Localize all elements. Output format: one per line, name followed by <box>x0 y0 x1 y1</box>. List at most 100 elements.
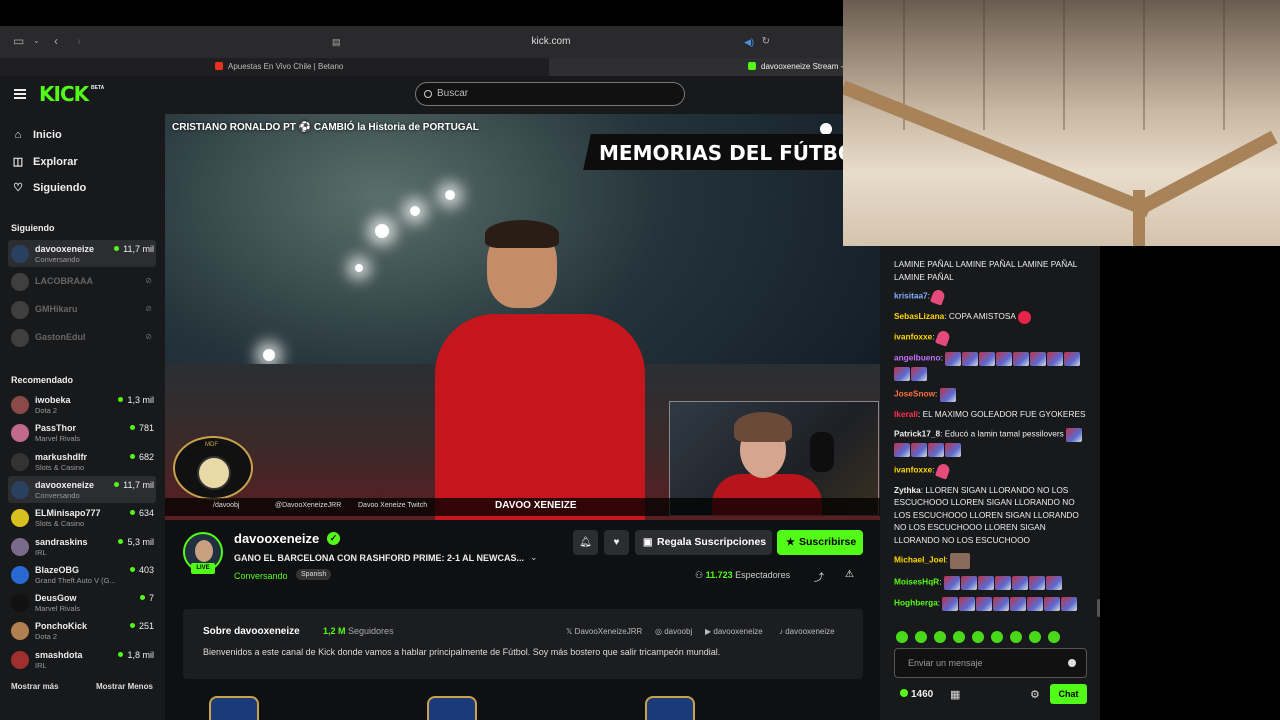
emote-image <box>1030 352 1047 366</box>
nav-explorar[interactable]: ◫ Explorar <box>12 155 78 168</box>
chat-message: angelbueno: <box>894 351 1086 381</box>
emote-button[interactable] <box>991 631 1003 643</box>
ceiling-plank <box>1223 0 1225 130</box>
avatar <box>11 273 29 291</box>
chat-username[interactable]: angelbueno <box>894 353 941 363</box>
chat-username[interactable]: JoseSnow <box>894 389 935 399</box>
recommended-channel-davooxeneize[interactable]: davooxeneize Conversando 11,7 mil <box>8 475 156 503</box>
share-icon[interactable]: ⤴ <box>814 569 824 584</box>
tab-betano[interactable]: Apuestas En Vivo Chile | Betano <box>0 58 548 76</box>
video-player[interactable]: CRISTIANO RONALDO PT ⚽ CAMBIÓ la Histori… <box>165 114 880 520</box>
notification-bell-button[interactable]: 🔔︎ <box>573 530 598 555</box>
recommended-channel-deusgow[interactable]: DeusGow Marvel Rivals 7 <box>8 589 156 616</box>
stream-category[interactable]: Conversando <box>234 571 288 581</box>
address-bar[interactable]: ▤ kick.com ◀) ↻ <box>328 31 774 53</box>
nav-inicio[interactable]: ⌂ Inicio <box>12 129 62 141</box>
back-icon[interactable]: ‹ <box>54 34 58 48</box>
nav-siguiendo[interactable]: ♡ Siguiendo <box>12 181 86 194</box>
emote-button[interactable] <box>1029 631 1041 643</box>
recommended-channel-passthor[interactable]: PassThor Marvel Rivals 781 <box>8 419 156 446</box>
emote-button[interactable] <box>915 631 927 643</box>
emote-image <box>979 352 996 366</box>
channel-name: davooxeneize <box>35 244 95 254</box>
chat-send-button[interactable]: Chat <box>1050 684 1087 704</box>
recommended-channel-sandraskins[interactable]: sandraskins IRL 5,3 mil <box>8 533 156 560</box>
tiktok-link[interactable]: ♪ davooxeneize <box>779 627 835 636</box>
channel-points[interactable]: 1460 <box>900 689 933 700</box>
url-text: kick.com <box>531 36 571 47</box>
avatar <box>11 480 29 499</box>
emote-button[interactable] <box>972 631 984 643</box>
banner-text: MEMORIAS DEL FÚTBOL <box>599 141 868 165</box>
emote-button[interactable] <box>1048 631 1060 643</box>
emote-button[interactable] <box>953 631 965 643</box>
youtube-link[interactable]: ▶ davooxeneize <box>705 627 763 636</box>
emote-button[interactable] <box>896 631 908 643</box>
video-info-bar: /davoobj @DavooXeneizeJRR Davoo Xeneize … <box>165 498 880 516</box>
gear-icon[interactable]: ⚙ <box>1030 688 1040 701</box>
chat-username[interactable]: ivanfoxxe <box>894 464 932 474</box>
recommended-channel-iwobeka[interactable]: iwobeka Dota 2 1,3 mil <box>8 391 156 418</box>
reload-icon[interactable]: ↻ <box>762 31 770 53</box>
follow-button[interactable]: ♥ <box>604 530 629 555</box>
search-input[interactable]: Buscar <box>415 82 685 106</box>
nav-label: Inicio <box>33 129 62 141</box>
chevron-down-icon[interactable]: ⌄ <box>33 34 40 48</box>
recommended-channel-elminisapo777[interactable]: ELMinisapo777 Slots & Casino 634 <box>8 504 156 531</box>
emote-image <box>1013 352 1030 366</box>
mdf-logo-text: MDF <box>205 442 218 448</box>
sidebar-toggle-icon[interactable]: ▭ <box>13 34 24 48</box>
streamer-name[interactable]: davooxeneize <box>234 531 319 546</box>
show-more-link[interactable]: Mostrar más <box>11 682 59 691</box>
report-icon[interactable]: ⚠ <box>845 569 854 580</box>
chat-username[interactable]: Hoghberga <box>894 598 938 608</box>
hamburger-menu-icon[interactable] <box>14 89 26 99</box>
social-label: DavooXeneizeJRR <box>574 627 643 636</box>
recommended-channel-markushdlfr[interactable]: markushdlfr Slots & Casino 682 <box>8 448 156 475</box>
channel-category: Marvel Rivals <box>35 604 81 614</box>
chat-text: COPA AMISTOSA <box>948 311 1016 322</box>
language-tag[interactable]: Spanish <box>296 569 332 580</box>
emote-bar <box>896 630 1088 644</box>
speaker-icon[interactable]: ◀) <box>744 31 754 53</box>
chat-message-input[interactable]: Enviar un mensaje <box>894 648 1087 678</box>
emote-image <box>934 329 951 347</box>
emote-image <box>939 388 956 402</box>
gift-subscriptions-button[interactable]: Regala Suscripciones <box>635 530 772 555</box>
emote-image <box>1047 352 1064 366</box>
recommended-channel-blazeobg[interactable]: BlazeOBG Grand Theft Auto V (G... 403 <box>8 561 156 588</box>
chat-username[interactable]: Patrick17_8 <box>894 428 940 438</box>
following-channel-lacobraaa[interactable]: LACOBRAAA ⊘ <box>8 268 156 295</box>
chat-username[interactable]: lkerali <box>894 409 918 419</box>
wooden-post <box>1133 190 1145 246</box>
chat-username[interactable]: SebasLizana <box>894 311 944 321</box>
emote-image <box>959 597 976 611</box>
reader-icon[interactable]: ▤ <box>332 31 341 53</box>
instagram-link[interactable]: ◎ davoobj <box>655 627 692 636</box>
following-channel-davooxeneize[interactable]: davooxeneize Conversando 11,7 mil <box>8 240 156 267</box>
following-channel-gastonedul[interactable]: GastonEdul ⊘ <box>8 324 156 351</box>
avatar <box>11 537 29 556</box>
x-link[interactable]: 𝕏 DavooXeneizeJRR <box>566 627 642 636</box>
store-icon[interactable]: ▦ <box>950 688 960 701</box>
offline-icon: ⊘ <box>145 304 152 313</box>
emote-button[interactable] <box>1010 631 1022 643</box>
chat-username[interactable]: Michael_Joel <box>894 555 946 565</box>
chat-username[interactable]: Zythka <box>894 485 921 495</box>
chevron-down-icon[interactable]: ⌄ <box>530 552 538 563</box>
emoji-icon[interactable] <box>1068 659 1076 667</box>
kick-handle: /davoobj <box>213 502 240 509</box>
chat-username[interactable]: MoisesHqR <box>894 577 939 587</box>
chat-username[interactable]: ivanfoxxe <box>894 332 932 342</box>
recommended-channel-smashdota[interactable]: smashdota IRL 1,8 mil <box>8 646 156 673</box>
chat-username[interactable]: krisitaa7 <box>894 291 928 301</box>
emote-image <box>928 442 944 457</box>
recommended-channel-ponchokick[interactable]: PonchoKick Dota 2 251 <box>8 617 156 644</box>
show-less-link[interactable]: Mostrar Menos <box>96 682 153 691</box>
forward-icon[interactable]: › <box>77 34 81 48</box>
subscribe-button[interactable]: Suscribirse <box>777 530 863 555</box>
tab-kick-stream[interactable]: davooxeneize Stream - W <box>549 58 843 76</box>
following-channel-gmhikaru[interactable]: GMHikaru ⊘ <box>8 296 156 323</box>
kick-logo[interactable]: KICK <box>39 82 89 106</box>
emote-button[interactable] <box>934 631 946 643</box>
